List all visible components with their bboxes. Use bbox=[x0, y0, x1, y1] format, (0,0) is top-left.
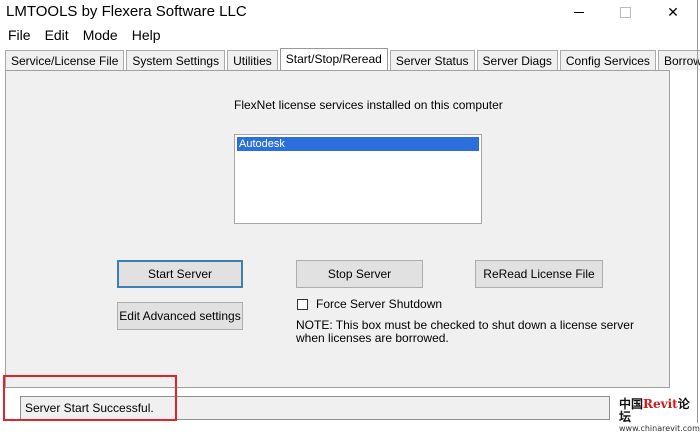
close-icon: ✕ bbox=[667, 3, 679, 20]
window-title: LMTOOLS by Flexera Software LLC bbox=[6, 3, 247, 20]
force-shutdown-row[interactable]: Force Server Shutdown bbox=[297, 297, 442, 311]
watermark-brand: Revit bbox=[643, 397, 678, 411]
force-shutdown-label: Force Server Shutdown bbox=[316, 297, 443, 311]
watermark-cn1: 中国 bbox=[619, 397, 644, 411]
tab-strip: Service/License File System Settings Uti… bbox=[5, 48, 700, 71]
start-stop-reread-panel: FlexNet license services installed on th… bbox=[5, 70, 670, 388]
edit-advanced-settings-button[interactable]: Edit Advanced settings bbox=[117, 302, 243, 330]
title-bar: LMTOOLS by Flexera Software LLC ✕ bbox=[0, 0, 700, 24]
reread-license-button[interactable]: ReRead License File bbox=[475, 260, 603, 288]
status-highlight-box bbox=[3, 375, 177, 421]
tab-borrowing[interactable]: Borrowing bbox=[657, 50, 700, 70]
tab-utilities[interactable]: Utilities bbox=[227, 50, 278, 70]
services-listbox[interactable]: Autodesk bbox=[234, 134, 482, 224]
menu-mode[interactable]: Mode bbox=[75, 25, 124, 45]
maximize-button[interactable] bbox=[602, 0, 648, 24]
minimize-icon bbox=[574, 11, 584, 13]
tab-server-status[interactable]: Server Status bbox=[389, 50, 475, 70]
lmtools-window: LMTOOLS by Flexera Software LLC ✕ File E… bbox=[0, 0, 700, 434]
tab-system-settings[interactable]: System Settings bbox=[126, 50, 226, 70]
menu-edit[interactable]: Edit bbox=[37, 25, 75, 45]
services-label: FlexNet license services installed on th… bbox=[234, 98, 503, 112]
watermark-title: 中国Revit论坛 bbox=[619, 398, 699, 424]
maximize-icon bbox=[619, 6, 631, 18]
menu-bar: File Edit Mode Help bbox=[0, 24, 167, 46]
stop-server-button[interactable]: Stop Server bbox=[296, 260, 423, 288]
menu-help[interactable]: Help bbox=[124, 25, 167, 45]
tab-server-diags[interactable]: Server Diags bbox=[476, 50, 558, 70]
start-server-button[interactable]: Start Server bbox=[117, 260, 243, 288]
minimize-button[interactable] bbox=[556, 0, 602, 24]
tab-config-services[interactable]: Config Services bbox=[559, 50, 656, 70]
close-button[interactable]: ✕ bbox=[650, 0, 696, 24]
borrow-note: NOTE: This box must be checked to shut d… bbox=[296, 318, 634, 345]
menu-file[interactable]: File bbox=[0, 25, 37, 45]
watermark-url: www.chinarevit.com bbox=[619, 424, 700, 433]
window-edge bbox=[697, 0, 698, 423]
list-item[interactable]: Autodesk bbox=[237, 137, 479, 151]
force-shutdown-checkbox[interactable] bbox=[297, 298, 308, 310]
watermark-logo: 中国Revit论坛 www.chinarevit.com bbox=[619, 398, 700, 434]
tab-start-stop-reread[interactable]: Start/Stop/Reread bbox=[279, 48, 388, 71]
tab-service-license-file[interactable]: Service/License File bbox=[5, 50, 125, 70]
